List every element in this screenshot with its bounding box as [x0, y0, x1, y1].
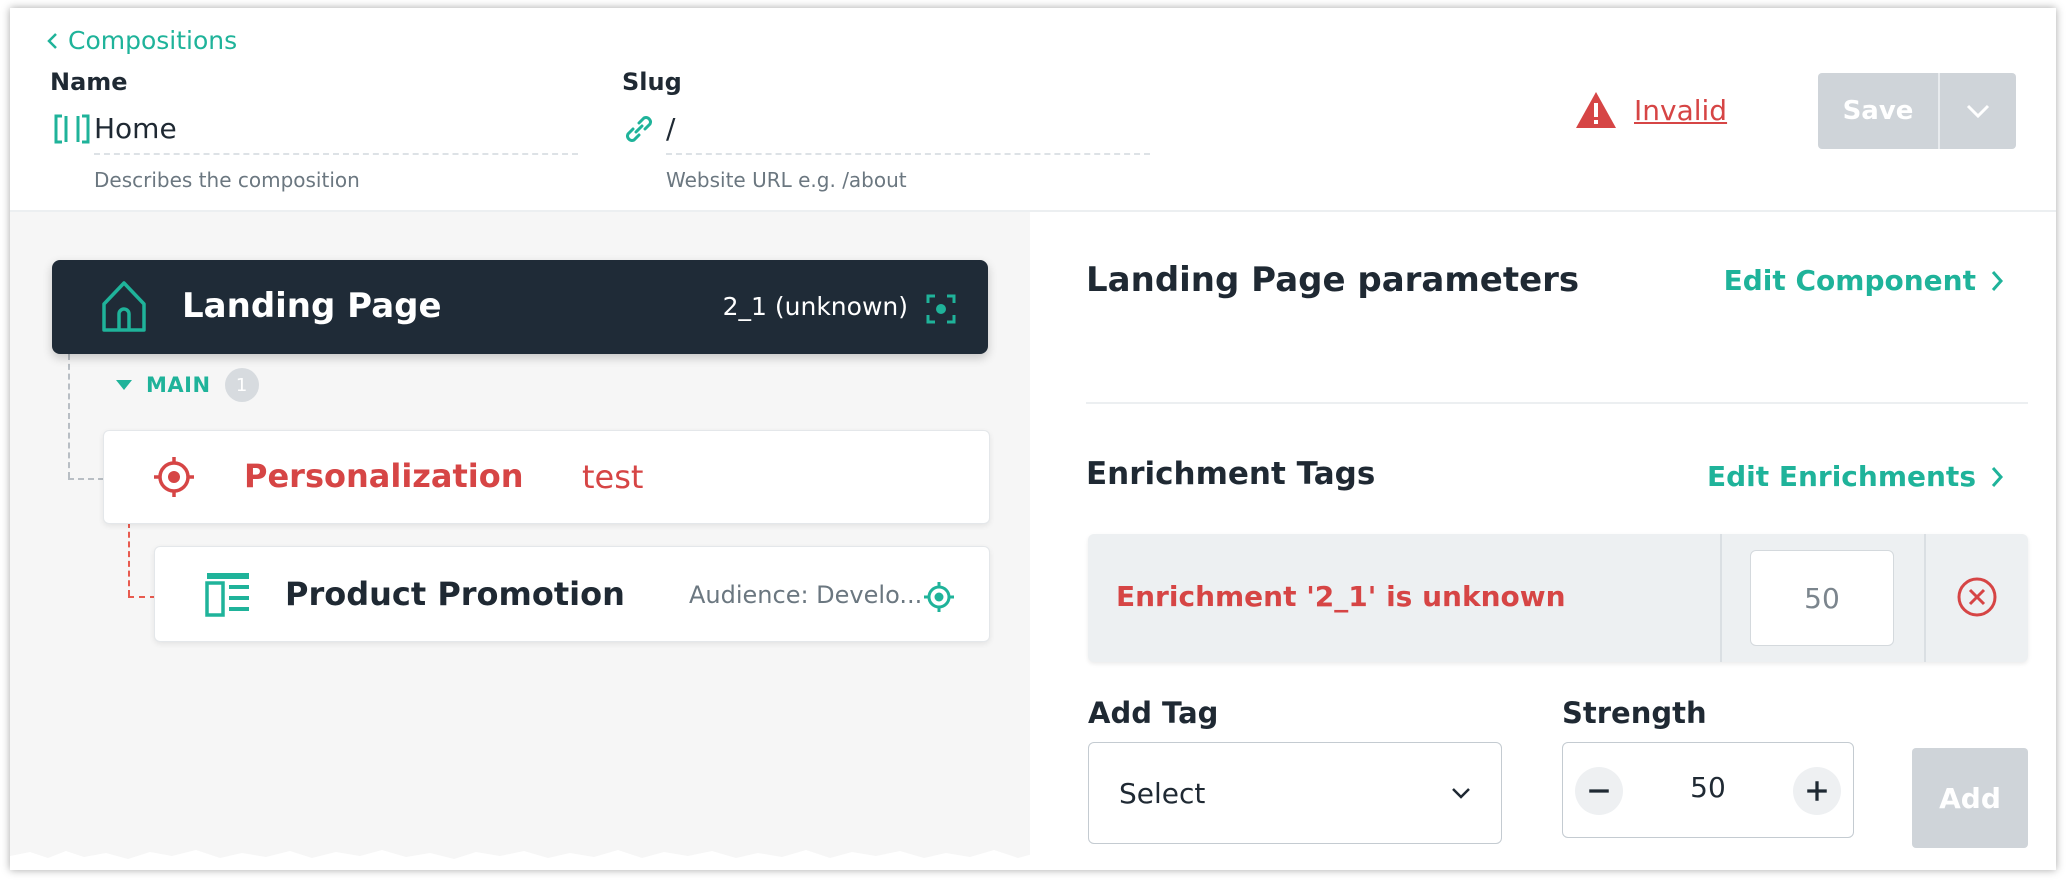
- edit-enrichments-link[interactable]: Edit Enrichments: [1707, 460, 2004, 493]
- audience-label: Audience: Develo...: [689, 581, 923, 609]
- panel-divider: [1086, 402, 2028, 404]
- strength-value[interactable]: 50: [1663, 771, 1753, 804]
- chevron-right-icon: [1991, 270, 2004, 291]
- chevron-down-icon: [1452, 788, 1470, 799]
- warning-icon: [1576, 92, 1616, 128]
- add-tag-select[interactable]: Select: [1088, 742, 1502, 844]
- tree-connector-personalization: [128, 596, 156, 598]
- tree-connector-personalization: [128, 522, 130, 596]
- save-button-group: Save: [1818, 73, 2016, 149]
- name-input[interactable]: [94, 112, 578, 155]
- enrichment-error-message: Enrichment '2_1' is unknown: [1116, 580, 1566, 613]
- edit-component-link[interactable]: Edit Component: [1724, 264, 2004, 297]
- slot-main[interactable]: MAIN 1: [116, 368, 259, 402]
- pin-icon: [924, 582, 954, 612]
- layout-icon: [205, 573, 249, 617]
- strength-stepper: 50: [1562, 742, 1854, 838]
- select-value: Select: [1119, 776, 1206, 810]
- back-link[interactable]: Compositions: [46, 26, 237, 55]
- back-link-label: Compositions: [68, 26, 238, 55]
- personalization-card[interactable]: Personalization test: [103, 430, 990, 524]
- focus-icon[interactable]: [926, 294, 956, 324]
- name-label: Name: [50, 68, 128, 96]
- root-component-title: Landing Page: [182, 286, 442, 326]
- home-icon: [102, 281, 146, 332]
- remove-icon[interactable]: [1956, 576, 1998, 618]
- add-tag-button[interactable]: Add: [1912, 748, 2028, 848]
- strength-label: Strength: [1562, 696, 1707, 730]
- save-button[interactable]: Save: [1818, 73, 1940, 149]
- enrichment-row: Enrichment '2_1' is unknown 50: [1088, 534, 2028, 662]
- product-promotion-title: Product Promotion: [285, 575, 625, 613]
- link-icon: [626, 116, 652, 142]
- composition-canvas: Landing Page 2_1 (unknown) MAIN 1 Person…: [10, 212, 1030, 870]
- root-component-card[interactable]: Landing Page 2_1 (unknown): [52, 260, 988, 354]
- panel-title: Landing Page parameters: [1086, 260, 1580, 300]
- root-component-meta: 2_1 (unknown): [722, 292, 908, 321]
- slot-count-badge: 1: [224, 368, 259, 402]
- slot-name: MAIN: [146, 373, 211, 397]
- enrichment-value-input[interactable]: 50: [1750, 550, 1894, 646]
- divider: [1720, 534, 1722, 662]
- enrichment-tags-title: Enrichment Tags: [1086, 456, 1376, 492]
- product-promotion-card[interactable]: Product Promotion Audience: Develo...: [154, 546, 990, 642]
- increment-button[interactable]: [1793, 767, 1841, 815]
- tree-connector: [68, 478, 104, 480]
- slug-label: Slug: [622, 68, 682, 96]
- edit-component-label: Edit Component: [1723, 264, 1976, 297]
- parameters-panel: Landing Page parameters Edit Component E…: [1032, 212, 2056, 870]
- chevron-left-icon: [47, 32, 57, 49]
- slug-help: Website URL e.g. /about: [666, 168, 907, 192]
- edit-enrichments-label: Edit Enrichments: [1706, 460, 1976, 493]
- divider: [1924, 534, 1926, 662]
- invalid-status-link[interactable]: Invalid: [1574, 90, 1727, 130]
- app-frame: Compositions Name Describes the composit…: [10, 8, 2056, 870]
- target-icon: [154, 457, 194, 497]
- decrement-button[interactable]: [1575, 767, 1623, 815]
- component-icon: [54, 114, 90, 144]
- chevron-down-icon: [1966, 104, 1990, 119]
- slug-input[interactable]: [666, 112, 1150, 155]
- personalization-title: Personalization: [244, 457, 524, 495]
- plus-icon: [1807, 781, 1827, 801]
- torn-edge-decoration: [10, 850, 2056, 870]
- add-tag-label: Add Tag: [1088, 696, 1219, 730]
- save-options-button[interactable]: [1940, 73, 2016, 149]
- caret-down-icon: [116, 380, 132, 390]
- invalid-label: Invalid: [1634, 93, 1728, 127]
- tree-connector: [68, 354, 70, 478]
- chevron-right-icon: [1991, 466, 2004, 487]
- minus-icon: [1589, 789, 1609, 793]
- personalization-name: test: [582, 458, 644, 496]
- name-help: Describes the composition: [94, 168, 360, 192]
